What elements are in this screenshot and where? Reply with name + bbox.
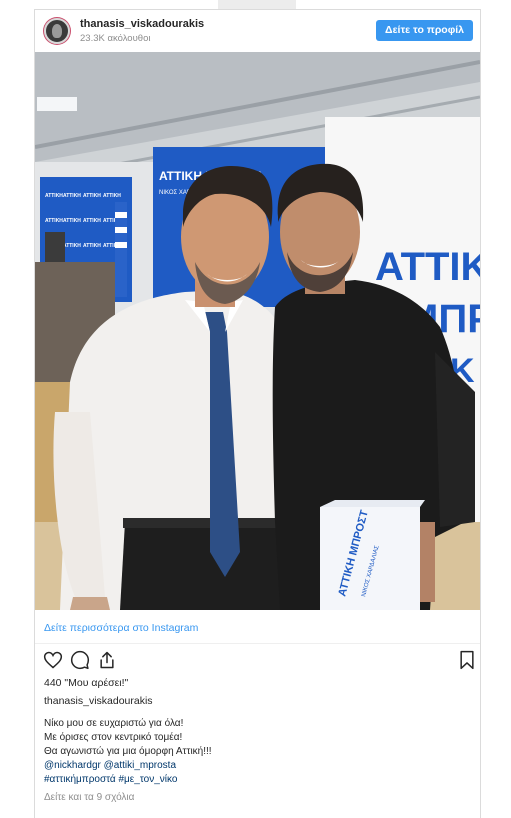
svg-text:ΑΤΤΙΚΗ: ΑΤΤΙΚΗ bbox=[103, 193, 121, 199]
follower-count: 23.3K ακόλουθοι bbox=[80, 33, 151, 44]
svg-text:ΑΤΤΙΚΗ: ΑΤΤΙΚΗ bbox=[83, 218, 101, 224]
svg-text:ΑΤΤΙΚΗ: ΑΤΤΙΚΗ bbox=[45, 218, 63, 224]
svg-text:ΑΤΤΙΚΗ: ΑΤΤΙΚΗ bbox=[83, 193, 101, 199]
heart-icon[interactable] bbox=[43, 650, 63, 670]
svg-text:ΑΤΤΙΚΗ: ΑΤΤΙΚΗ bbox=[63, 193, 81, 199]
header-username[interactable]: thanasis_viskadourakis bbox=[80, 18, 204, 30]
bookmark-icon[interactable] bbox=[457, 650, 477, 670]
svg-text:ΑΤΤΙΚΗ: ΑΤΤΙΚΗ bbox=[45, 193, 63, 199]
caption-text: Νίκο μου σε ευχαριστώ για όλα! Με όρισες… bbox=[44, 717, 212, 787]
post-header: thanasis_viskadourakis 23.3K ακόλουθοι Δ… bbox=[35, 10, 480, 52]
caption-line: Νίκο μου σε ευχαριστώ για όλα! bbox=[44, 718, 184, 729]
avatar[interactable] bbox=[44, 18, 70, 44]
view-comments-link[interactable]: Δείτε και τα 9 σχόλια bbox=[44, 792, 134, 803]
caption-hashtags[interactable]: #αττικήμπροστά #με_τον_νίκο bbox=[44, 773, 212, 787]
share-icon[interactable] bbox=[97, 650, 117, 670]
svg-text:ΑΤΤΙΚΗ: ΑΤΤΙΚΗ bbox=[63, 243, 81, 249]
instagram-embed-card: thanasis_viskadourakis 23.3K ακόλουθοι Δ… bbox=[34, 9, 481, 818]
comment-icon[interactable] bbox=[70, 650, 90, 670]
view-more-link[interactable]: Δείτε περισσότερα στο Instagram bbox=[44, 622, 198, 634]
view-profile-button[interactable]: Δείτε το προφίλ bbox=[376, 20, 473, 41]
svg-text:ΑΤΤΙΚΗ: ΑΤΤΙΚΗ bbox=[63, 218, 81, 224]
view-more-row: Δείτε περισσότερα στο Instagram bbox=[35, 614, 480, 644]
svg-text:ΑΤΤΙΚΗ: ΑΤΤΙΚΗ bbox=[83, 243, 101, 249]
caption-mentions[interactable]: @nickhardgr @attiki_mprosta bbox=[44, 759, 212, 773]
action-bar bbox=[35, 650, 480, 674]
caption-line: Θα αγωνιστώ για μια όμορφη Αττική!!! bbox=[44, 746, 212, 757]
caption-username[interactable]: thanasis_viskadourakis bbox=[44, 695, 153, 707]
post-photo[interactable]: ΑΤΤΙΚΗ ΑΤΤΙΚΗ ΑΤΤΙΚΗ ΑΤΤΙΚΗ ΑΤΤΙΚΗ ΑΤΤΙΚΗ ΑΤΤ… bbox=[35, 52, 480, 610]
caption-line: Με όρισες στον κεντρικό τομέα! bbox=[44, 732, 183, 743]
banner-right-text: ΑΤΤΙΚ bbox=[375, 245, 480, 289]
browser-tab-remnant bbox=[218, 0, 296, 9]
like-count[interactable]: 440 "Μου αρέσει!" bbox=[44, 677, 128, 689]
